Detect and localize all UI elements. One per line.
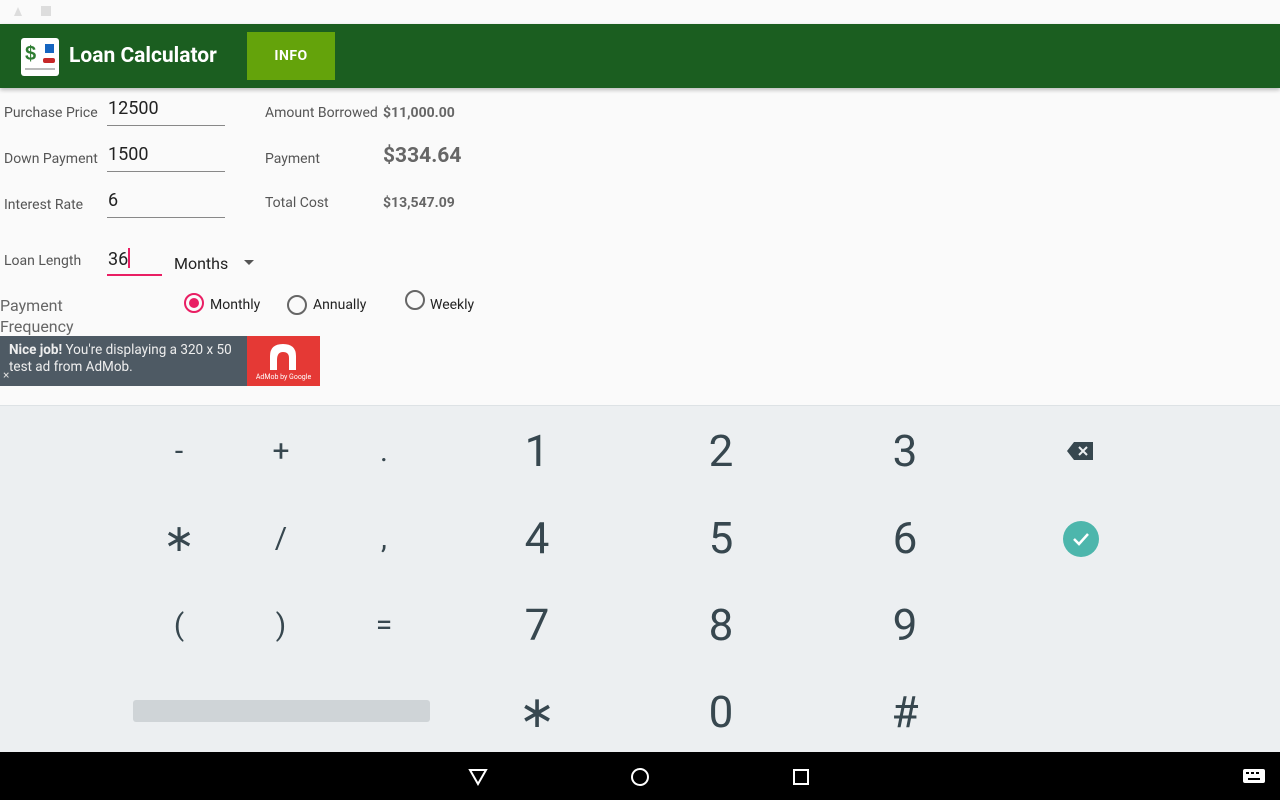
key-star[interactable]: ∗ [492, 682, 582, 742]
down-payment-input[interactable]: 1500 [107, 144, 225, 172]
home-icon[interactable] [630, 767, 650, 787]
key-4[interactable]: 4 [492, 508, 582, 568]
key-close-paren[interactable]: ) [236, 595, 326, 655]
amount-borrowed-value: $11,000.00 [383, 105, 455, 121]
amount-borrowed-label: Amount Borrowed [265, 105, 378, 121]
key-comma[interactable]: , [339, 508, 429, 568]
loan-length-input[interactable]: 36 [107, 248, 162, 276]
down-payment-label: Down Payment [4, 151, 98, 167]
key-7[interactable]: 7 [492, 595, 582, 655]
key-5[interactable]: 5 [676, 508, 766, 568]
key-minus[interactable]: - [134, 421, 224, 481]
key-2[interactable]: 2 [676, 421, 766, 481]
key-6[interactable]: 6 [860, 508, 950, 568]
purchase-price-input[interactable]: 12500 [107, 98, 225, 126]
payment-label: Payment [265, 151, 320, 167]
radio-monthly[interactable] [184, 293, 204, 313]
interest-rate-input[interactable]: 6 [107, 190, 225, 218]
admob-logo-text: AdMob by Google [255, 373, 312, 381]
navigation-bar [0, 752, 1280, 800]
ad-text-bold: Nice job! [9, 342, 63, 358]
key-asterisk[interactable]: ∗ [134, 508, 224, 568]
key-0[interactable]: 0 [676, 682, 766, 742]
space-bar[interactable] [133, 700, 430, 722]
backspace-icon[interactable] [1035, 421, 1125, 481]
ad-close-icon[interactable]: × [3, 368, 9, 382]
radio-annually[interactable] [287, 295, 307, 315]
key-equals[interactable]: = [339, 595, 429, 655]
keyboard-switch-icon[interactable] [1243, 769, 1265, 783]
key-9[interactable]: 9 [860, 595, 950, 655]
sd-card-icon [41, 6, 51, 16]
status-bar [0, 0, 1280, 24]
info-button[interactable]: INFO [247, 32, 335, 80]
key-slash[interactable]: / [236, 508, 326, 568]
back-icon[interactable] [468, 768, 488, 786]
key-8[interactable]: 8 [676, 595, 766, 655]
app-title: Loan Calculator [69, 44, 217, 68]
radio-monthly-label[interactable]: Monthly [210, 297, 260, 313]
key-period[interactable]: . [339, 421, 429, 481]
payment-frequency-label: Payment Frequency [0, 296, 74, 336]
key-1[interactable]: 1 [492, 421, 582, 481]
key-open-paren[interactable]: ( [134, 595, 224, 655]
total-cost-label: Total Cost [265, 195, 329, 211]
loan-length-value: 36 [108, 249, 129, 270]
purchase-price-label: Purchase Price [4, 105, 98, 121]
key-plus[interactable]: + [236, 421, 326, 481]
total-cost-value: $13,547.09 [383, 195, 455, 211]
radio-annually-label[interactable]: Annually [313, 297, 366, 313]
done-check-icon[interactable] [1063, 521, 1099, 557]
key-3[interactable]: 3 [860, 421, 950, 481]
key-hash[interactable]: # [860, 682, 950, 742]
text-caret [128, 248, 131, 268]
notification-icon [14, 7, 22, 16]
recents-icon[interactable] [792, 768, 810, 786]
radio-weekly-label[interactable]: Weekly [430, 297, 474, 313]
loan-length-label: Loan Length [4, 253, 82, 269]
ad-text[interactable]: Nice job! You're displaying a 320 x 50 t… [9, 342, 245, 376]
svg-text:$: $ [25, 43, 36, 65]
radio-weekly[interactable] [405, 290, 425, 310]
dropdown-arrow-icon[interactable] [244, 260, 254, 265]
payment-value: $334.64 [383, 144, 462, 168]
app-logo-icon: $ [21, 38, 59, 76]
interest-rate-label: Interest Rate [4, 197, 84, 213]
loan-length-unit-dropdown[interactable]: Months [174, 254, 228, 273]
